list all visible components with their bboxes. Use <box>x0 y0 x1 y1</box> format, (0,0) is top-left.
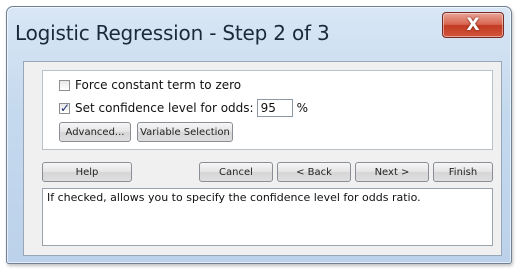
close-button[interactable]: X <box>442 12 504 38</box>
cancel-button[interactable]: Cancel <box>199 162 273 182</box>
variable-selection-button[interactable]: Variable Selection <box>137 122 233 142</box>
help-button[interactable]: Help <box>42 162 132 182</box>
advanced-button[interactable]: Advanced... <box>59 122 131 142</box>
confidence-label: Set confidence level for odds: <box>75 101 254 115</box>
dialog-client-area: Force constant term to zero Set confiden… <box>23 61 502 256</box>
dialog-window: Logistic Regression - Step 2 of 3 X Forc… <box>6 6 512 264</box>
next-button[interactable]: Next > <box>355 162 429 182</box>
window-title: Logistic Regression - Step 2 of 3 <box>15 21 330 45</box>
finish-button[interactable]: Finish <box>433 162 493 182</box>
force-constant-label: Force constant term to zero <box>75 78 242 92</box>
force-constant-option[interactable]: Force constant term to zero <box>59 78 241 92</box>
confidence-level-input[interactable] <box>256 99 293 117</box>
force-constant-checkbox[interactable] <box>59 79 70 91</box>
help-description-text: If checked, allows you to specify the co… <box>47 191 421 204</box>
options-group: Force constant term to zero Set confiden… <box>42 70 493 150</box>
back-button[interactable]: < Back <box>277 162 351 182</box>
help-description-box: If checked, allows you to specify the co… <box>42 188 493 246</box>
confidence-option[interactable]: Set confidence level for odds: % <box>59 99 308 117</box>
close-icon: X <box>466 15 480 35</box>
percent-unit: % <box>296 101 308 115</box>
confidence-checkbox[interactable] <box>59 101 70 115</box>
